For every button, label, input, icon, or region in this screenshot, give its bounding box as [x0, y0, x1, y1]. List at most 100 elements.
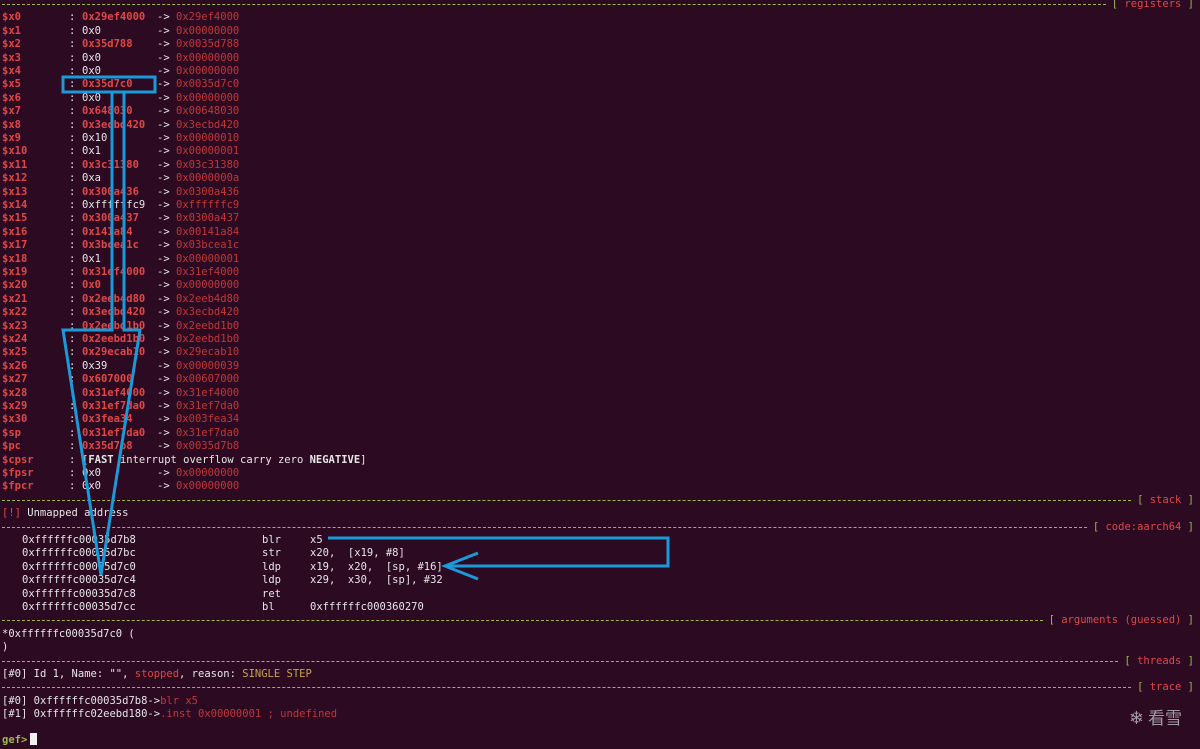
register-deref: 0x0035d7b8: [176, 440, 240, 453]
separator: :: [69, 373, 76, 386]
register-value: 0x1: [82, 145, 101, 158]
bracket: [: [1124, 654, 1138, 667]
register-value: 0x1: [82, 252, 101, 265]
section-title: [ code:aarch64 ]: [1093, 521, 1194, 534]
separator: :: [69, 51, 76, 64]
arrow: ->: [157, 172, 170, 185]
register-value: 0x607000: [82, 373, 133, 386]
code-line: 0xffffffc00035d7c0 ldp x19, x20, [sp, #16]: [0, 561, 1200, 574]
register-value: 0xffffffc9: [82, 199, 146, 211]
trace-index: [#0]: [2, 694, 28, 707]
register-deref: 0x2eebd1b0: [176, 319, 240, 332]
register-row: $x8:0x3ecbd420 -> 0x3ecbd420: [0, 119, 1200, 132]
trace-line: [#1] 0xffffffc02eebd180->.inst 0x0000000…: [2, 708, 1200, 721]
register-deref: 0x29ecab10: [176, 346, 240, 359]
arguments-call: *0xffffffc00035d7c0 (: [2, 627, 135, 640]
register-value: 0x141a84: [82, 225, 133, 238]
flags-mid: interrupt overflow carry zero: [113, 453, 310, 466]
section-header-stack: [ stack ]: [0, 494, 1200, 507]
command-input[interactable]: [30, 733, 38, 745]
register-value: 0x2eebd1b0: [82, 319, 146, 332]
arrow: ->: [157, 132, 170, 144]
register-row: $x4:0x0 -> 0x00000000: [0, 65, 1200, 78]
register-name: $x2: [2, 38, 21, 51]
gef-prompt: gef>: [2, 734, 28, 746]
register-row: $pc:0x35d7b8 -> 0x0035d7b8: [0, 440, 1200, 453]
register-deref: 0x00000000: [176, 65, 240, 77]
register-deref: 0x00141a84: [176, 225, 240, 238]
register-name: $pc: [2, 440, 21, 453]
register-deref: 0x00000000: [176, 51, 240, 64]
separator: :: [69, 212, 76, 225]
arrow: ->: [157, 11, 170, 24]
code-operands: x5: [310, 534, 323, 546]
separator: :: [69, 132, 76, 144]
prompt-line: gef>: [2, 733, 1200, 746]
separator: :: [69, 480, 76, 493]
trace-symbol: blr x5: [160, 694, 198, 707]
snowflake-icon: ❄: [1128, 708, 1144, 729]
separator: :: [69, 199, 76, 211]
register-name: $x15: [2, 212, 28, 225]
arrow: ->: [157, 105, 170, 118]
arrow: ->: [157, 239, 170, 252]
register-deref: 0x00000001: [176, 145, 240, 158]
separator: :: [69, 11, 76, 24]
register-deref: 0x31ef4000: [176, 386, 240, 399]
separator: :: [69, 78, 76, 91]
code-operands: x20, [x19, #8]: [310, 547, 405, 560]
register-name: $x11: [2, 158, 28, 171]
arguments-line: *0xffffffc00035d7c0 (: [2, 628, 1200, 641]
separator: :: [69, 172, 76, 185]
register-deref: 0x0035d7c0: [176, 78, 240, 91]
register-name: $x30: [2, 413, 28, 426]
section-header-registers: [ registers ]: [0, 0, 1200, 11]
code-address: 0xffffffc00035d7c4: [22, 574, 136, 587]
separator: :: [69, 24, 76, 37]
register-row: $x29:0x31ef7da0 -> 0x31ef7da0: [0, 400, 1200, 413]
dashed-rule: [2, 4, 1106, 5]
arrow: ->: [157, 279, 170, 292]
arrow: ->: [157, 145, 170, 158]
register-row: $x21:0x2eeb4d80 -> 0x2eeb4d80: [0, 293, 1200, 306]
trace-address: 0xffffffc00035d7b8->: [27, 694, 161, 707]
code-mnemonic: bl: [262, 601, 275, 613]
separator: :: [69, 185, 76, 198]
bracket: [: [1137, 681, 1150, 694]
section-header-code: [ code:aarch64 ]: [0, 521, 1200, 534]
register-name: $x1: [2, 24, 21, 37]
trace-address: 0xffffffc02eebd180->: [27, 708, 161, 721]
bracket: [: [1111, 0, 1125, 10]
code-mnemonic: blr: [262, 534, 281, 546]
register-value: 0x29ecab10: [82, 346, 146, 359]
separator: :: [69, 38, 76, 51]
arrow: ->: [157, 346, 170, 359]
separator: :: [69, 400, 76, 412]
register-row: $x16:0x141a84 -> 0x00141a84: [0, 226, 1200, 239]
code-address: 0xffffffc00035d7b8: [22, 534, 136, 546]
separator: :: [69, 91, 76, 104]
register-deref: 0x2eeb4d80: [176, 292, 240, 305]
register-name: $sp: [2, 426, 21, 439]
register-value: 0x3ecbd420: [82, 118, 146, 131]
gdb-terminal[interactable]: [ registers ] $x0:0x29ef4000 -> 0x29ef4000 $…: [0, 0, 1200, 749]
separator: :: [69, 453, 76, 466]
arrow: ->: [157, 467, 170, 479]
arrow: ->: [157, 319, 170, 332]
register-name: $x18: [2, 252, 28, 265]
register-name: $fpsr: [2, 467, 34, 479]
register-deref: 0x00000000: [176, 91, 240, 104]
code-address: 0xffffffc00035d7bc: [22, 547, 136, 560]
arrow: ->: [157, 38, 170, 51]
register-deref: 0x03c31380: [176, 158, 240, 171]
register-row: $x5:0x35d7c0 -> 0x0035d7c0: [0, 78, 1200, 91]
separator: :: [69, 467, 76, 479]
section-label: arguments (guessed): [1061, 614, 1182, 627]
arrow: ->: [157, 65, 170, 77]
register-deref: 0x00648030: [176, 105, 240, 118]
register-row-cpsr: $cpsr: [FAST interrupt overflow carry zer…: [0, 454, 1200, 467]
register-value: 0x10: [82, 132, 108, 144]
register-value: 0x31ef7da0: [82, 426, 146, 439]
section-label: code:aarch64: [1105, 520, 1182, 533]
arrow: ->: [157, 386, 170, 399]
